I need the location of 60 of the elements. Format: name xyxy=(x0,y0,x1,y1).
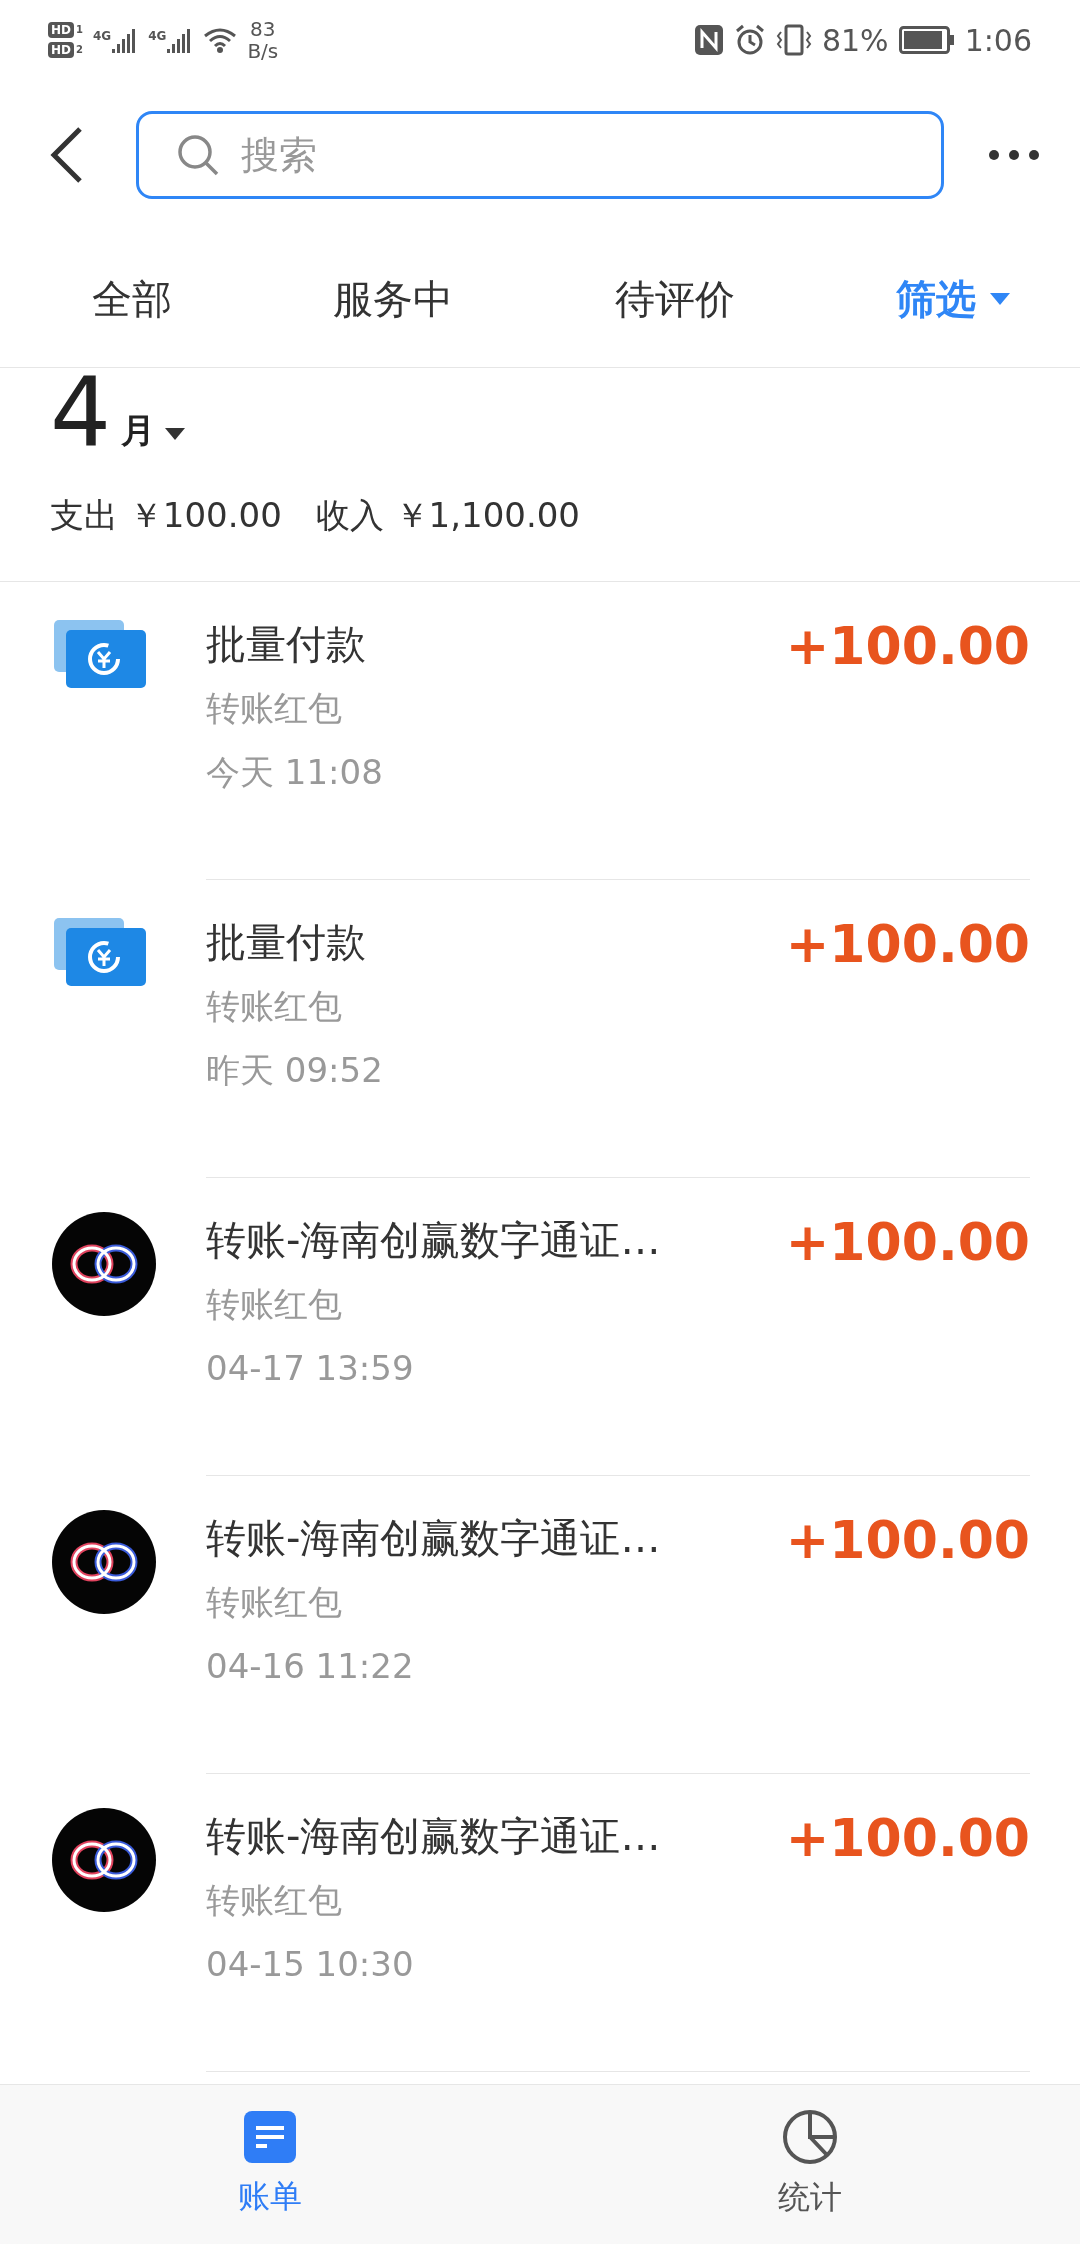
month-total: 收入 ￥1,100.00 xyxy=(315,494,580,537)
rings-logo-icon xyxy=(52,1808,156,1912)
caret-icon xyxy=(990,292,1010,305)
clock-time: 1:06 xyxy=(964,21,1032,60)
transaction-category: 转账红包 xyxy=(206,985,343,1028)
battery-icon xyxy=(898,26,955,54)
nfc-icon xyxy=(693,24,724,56)
filter-tab[interactable]: 待评价 xyxy=(614,268,735,329)
transaction-row[interactable]: 批量付款 转账红包 今天 11:08 +100.00 xyxy=(0,582,1080,880)
transaction-title: 批量付款 xyxy=(206,918,367,967)
transaction-row[interactable]: 批量付款 转账红包 昨天 09:52 +100.00 xyxy=(0,880,1080,1178)
back-icon xyxy=(48,125,84,185)
transaction-time: 04-16 11:22 xyxy=(206,1645,415,1688)
transaction-title: 转账-海南创赢数字通证… xyxy=(206,1216,662,1265)
rings-logo-icon xyxy=(52,1510,156,1614)
wifi-icon xyxy=(203,26,238,54)
network-speed: 83 xyxy=(250,18,276,40)
transaction-category: 转账红包 xyxy=(206,687,343,730)
hd-badge: HD xyxy=(48,22,74,38)
transaction-amount: +100.00 xyxy=(785,1510,1030,1572)
caret-icon xyxy=(165,428,186,440)
bottom-nav-tab[interactable]: 账单 xyxy=(0,2085,540,2244)
transaction-category: 转账红包 xyxy=(206,1581,343,1624)
rings-logo-icon xyxy=(52,1212,156,1316)
transaction-row[interactable]: 转账-海南创赢数字通证… 转账红包 04-15 10:30 +100.00 xyxy=(0,1774,1080,2072)
transaction-title: 转账-海南创赢数字通证… xyxy=(206,1514,662,1563)
sim-slot: 2 xyxy=(76,45,83,55)
transaction-amount: +100.00 xyxy=(785,1212,1030,1274)
transaction-amount: +100.00 xyxy=(785,914,1030,976)
network-label: 4G xyxy=(148,28,167,45)
pie-chart-icon xyxy=(782,2108,838,2165)
transaction-row[interactable]: 转账-海南创赢数字通证… 转账红包 04-16 11:22 +100.00 xyxy=(0,1476,1080,1774)
bottom-nav-tab[interactable]: 统计 xyxy=(540,2085,1080,2244)
search-icon xyxy=(176,133,220,177)
transaction-amount: +100.00 xyxy=(785,1808,1030,1870)
vibrate-icon xyxy=(775,24,812,56)
sim-slot: 1 xyxy=(76,25,83,35)
transaction-time: 今天 11:08 xyxy=(206,751,384,794)
transaction-amount: +100.00 xyxy=(785,616,1030,678)
speed-unit: B/s xyxy=(247,40,279,62)
transaction-title: 批量付款 xyxy=(206,620,367,669)
battery-percent: 81% xyxy=(821,21,889,60)
filter-dropdown[interactable]: 筛选 xyxy=(896,268,1010,329)
filter-tab[interactable]: 服务中 xyxy=(333,268,454,329)
transaction-category: 转账红包 xyxy=(206,1879,343,1922)
transaction-title: 转账-海南创赢数字通证… xyxy=(206,1812,662,1861)
network-label: 4G xyxy=(93,28,112,45)
transaction-category: 转账红包 xyxy=(206,1283,343,1326)
month-total: 支出 ￥100.00 xyxy=(50,494,282,537)
transaction-time: 04-15 10:30 xyxy=(206,1943,415,1986)
transaction-time: 04-17 13:59 xyxy=(206,1347,415,1390)
transaction-time: 昨天 09:52 xyxy=(206,1049,384,1092)
hd-badge: HD xyxy=(48,42,74,58)
transaction-row[interactable]: 转账-海南创赢数字通证… 转账红包 04-17 13:59 +100.00 xyxy=(0,1178,1080,1476)
more-icon xyxy=(988,149,1040,161)
month-selector[interactable]: 4 月 xyxy=(50,368,186,458)
bill-icon xyxy=(243,2109,297,2164)
filter-tab[interactable]: 全部 xyxy=(92,268,172,329)
search-field[interactable]: 搜索 xyxy=(136,111,944,199)
alarm-icon xyxy=(733,24,766,56)
